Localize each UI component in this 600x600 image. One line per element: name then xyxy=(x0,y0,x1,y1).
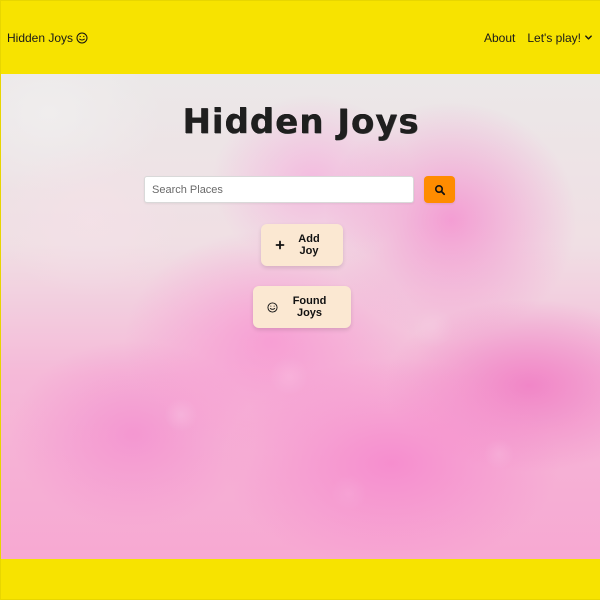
lets-play-label: Let's play! xyxy=(527,30,581,45)
add-joy-button[interactable]: Add Joy xyxy=(261,224,343,266)
found-joys-button[interactable]: Found Joys xyxy=(253,286,351,328)
brand-label: Hidden Joys xyxy=(7,30,74,45)
search-bar xyxy=(144,176,455,203)
search-button[interactable] xyxy=(424,176,455,203)
about-link[interactable]: About xyxy=(484,31,515,45)
nav-links: About Let's play! xyxy=(484,31,593,45)
plus-icon xyxy=(275,240,285,250)
brand-link[interactable]: Hidden Joys xyxy=(7,31,88,45)
add-joy-label: Add Joy xyxy=(298,233,320,257)
page-title: Hidden Joys xyxy=(182,102,420,142)
search-input[interactable] xyxy=(144,176,414,203)
top-navbar: Hidden Joys About Let's play! xyxy=(1,1,600,74)
chevron-down-icon xyxy=(584,33,593,42)
smile-icon xyxy=(76,32,88,44)
smile-icon xyxy=(267,301,278,313)
lets-play-dropdown[interactable]: Let's play! xyxy=(527,31,593,45)
bottom-footer-band xyxy=(1,559,600,599)
found-joys-label: Found Joys xyxy=(292,295,327,319)
about-link-label: About xyxy=(483,30,516,45)
search-icon xyxy=(434,184,446,196)
page-root: Hidden Joys About Let's play! Hidden Joy… xyxy=(0,0,600,600)
